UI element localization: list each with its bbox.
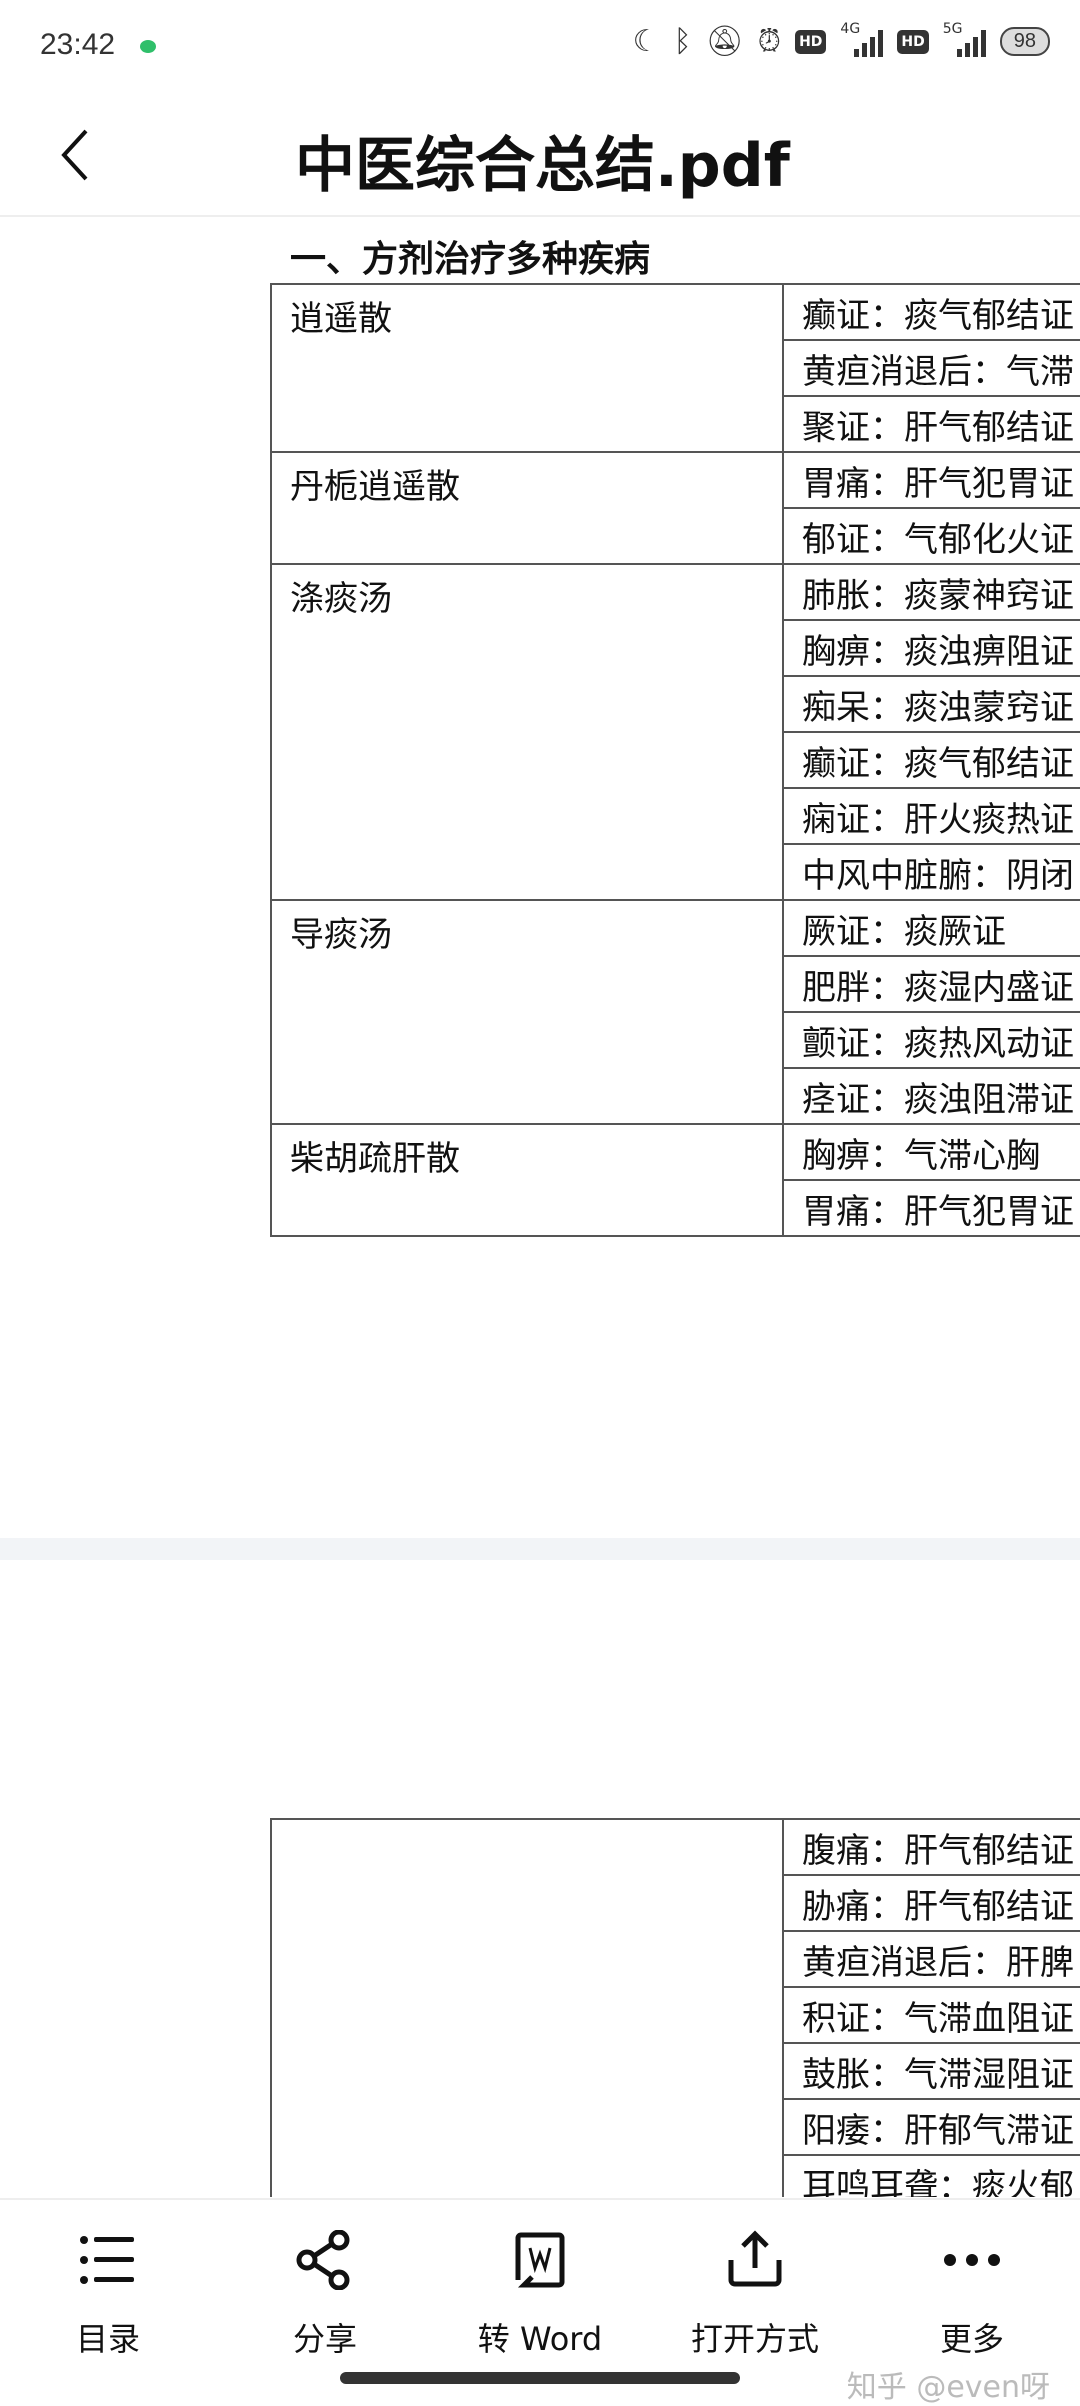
table-row: 丹栀逍遥散 胃痛：肝气犯胃证 (270, 451, 1080, 565)
prescription-table: 逍遥散 癫证：痰气郁结证 黄疸消退后：气滞 聚证：肝气郁结证 丹栀逍遥散 胃痛：肝气犯胃证… (270, 283, 1080, 1237)
indication-cell: 痫证：肝火痰热证 (782, 787, 1080, 845)
indication-cell: 阳痿：肝郁气滞证 (782, 2098, 1080, 2156)
page-separator (0, 1538, 1080, 1560)
alarm-icon: ⏰︎ (757, 24, 782, 59)
indication-cell: 耳鸣耳聋：痰火郁 (782, 2154, 1080, 2197)
toolbar-toc-button[interactable]: 目录 (28, 2220, 188, 2360)
indication-cell: 胃痛：肝气犯胃证 (782, 1179, 1080, 1237)
share-icon (296, 2230, 350, 2290)
chevron-left-icon (61, 129, 88, 181)
indication-cell: 胸痹：气滞心胸 (782, 1123, 1080, 1181)
prescription-name-cell: 丹栀逍遥散 (270, 451, 784, 565)
toolbar-to-word-button[interactable]: 转 Word (460, 2220, 620, 2360)
hd-badge: HD (795, 29, 827, 54)
indication-cell: 痴呆：痰浊蒙窍证 (782, 675, 1080, 733)
prescription-name-cell: 逍遥散 (270, 283, 784, 453)
toolbar-open-with-button[interactable]: 打开方式 (675, 2220, 835, 2360)
status-time: 23:42 (40, 28, 116, 61)
indication-cell: 癫证：痰气郁结证 (782, 731, 1080, 789)
word-convert-icon (515, 2232, 565, 2288)
indication-cell: 腹痛：肝气郁结证 (782, 1818, 1080, 1876)
watermark: 知乎 @even呀 (846, 2370, 1050, 2405)
indication-cell: 肥胖：痰湿内盛证 (782, 955, 1080, 1013)
indication-cell: 颤证：痰热风动证 (782, 1011, 1080, 1069)
back-button[interactable] (52, 125, 102, 185)
table-row: 柴胡疏肝散 胸痹：气滞心胸 (270, 1123, 1080, 1237)
wechat-notification-icon (140, 40, 156, 53)
app-header: 中医综合总结.pdf (0, 95, 1080, 217)
toolbar-label: 打开方式 (690, 2320, 819, 2358)
more-icon (944, 2254, 1000, 2266)
indication-cell: 肺胀：痰蒙神窍证 (782, 563, 1080, 621)
indication-cell: 郁证：气郁化火证 (782, 507, 1080, 565)
indication-cell: 胁痛：肝气郁结证 (782, 1874, 1080, 1932)
indication-cell: 聚证：肝气郁结证 (782, 395, 1080, 453)
list-icon (80, 2236, 134, 2284)
hd-badge-2: HD (897, 29, 929, 54)
toolbar-more-button[interactable]: 更多 (892, 2220, 1052, 2360)
toolbar-label: 转 Word (477, 2320, 603, 2358)
prescription-name-cell (270, 1818, 784, 2197)
prescription-table-page2: 腹痛：肝气郁结证 胁痛：肝气郁结证 黄疸消退后：肝脾 积证：气滞血阻证 鼓胀：气滞湿阻证… (270, 1818, 1080, 2197)
mute-bell-icon: 🔕︎ (705, 24, 744, 59)
indication-cell: 癫证：痰气郁结证 (782, 283, 1080, 341)
prescription-name-cell: 涤痰汤 (270, 563, 784, 901)
toolbar-label: 目录 (75, 2320, 140, 2358)
indication-cell: 鼓胀：气滞湿阻证 (782, 2042, 1080, 2100)
pdf-viewer[interactable]: 一、方剂治疗多种疾病 逍遥散 癫证：痰气郁结证 黄疸消退后：气滞 聚证：肝气郁结证 丹栀… (0, 217, 1080, 2197)
indication-cell: 痉证：痰浊阻滞证 (782, 1067, 1080, 1125)
status-bar: 23:42 ☾ ᛒ 🔕︎ ⏰︎ HD 4G HD 5G 98 (0, 0, 1080, 95)
indication-cell: 胃痛：肝气犯胃证 (782, 451, 1080, 509)
toolbar-label: 更多 (939, 2320, 1004, 2358)
signal-4g-icon: 4G (840, 21, 884, 57)
table-row: 导痰汤 厥证：痰厥证 (270, 899, 1080, 1125)
bluetooth-icon: ᛒ (673, 24, 692, 59)
prescription-name-cell: 柴胡疏肝散 (270, 1123, 784, 1237)
page-title: 中医综合总结.pdf (295, 131, 790, 201)
table-row: 涤痰汤 肺胀：痰蒙神窍证 (270, 563, 1080, 901)
dnd-moon-icon: ☾ (632, 24, 660, 59)
home-indicator[interactable] (340, 2372, 740, 2384)
indication-cell: 厥证：痰厥证 (782, 899, 1080, 957)
indication-cell: 中风中脏腑：阴闭 (782, 843, 1080, 901)
table-row: 逍遥散 癫证：痰气郁结证 (270, 283, 1080, 453)
prescription-name-cell: 导痰汤 (270, 899, 784, 1125)
battery-indicator: 98 (999, 27, 1050, 56)
indication-cell: 胸痹：痰浊痹阻证 (782, 619, 1080, 677)
table-row: 腹痛：肝气郁结证 (270, 1818, 1080, 2197)
signal-5g-icon: 5G (943, 21, 986, 57)
toolbar-label: 分享 (292, 2320, 357, 2358)
indication-cell: 黄疸消退后：肝脾 (782, 1930, 1080, 1988)
indication-cell: 积证：气滞血阻证 (782, 1986, 1080, 2044)
indication-cell: 黄疸消退后：气滞 (782, 339, 1080, 397)
section-heading: 一、方剂治疗多种疾病 (290, 238, 651, 280)
toolbar-share-button[interactable]: 分享 (245, 2220, 405, 2360)
open-with-icon (728, 2230, 782, 2287)
